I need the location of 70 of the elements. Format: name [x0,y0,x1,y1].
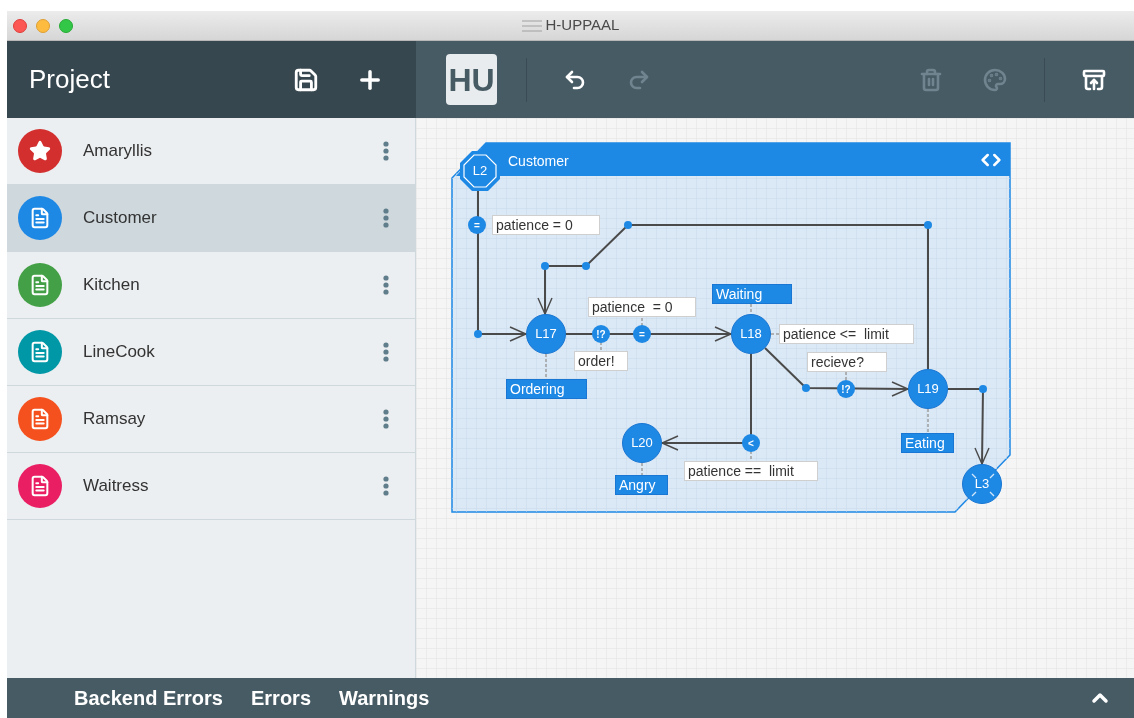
document-icon [29,475,51,497]
item-label: Waitress [83,475,150,498]
more-icon [383,275,389,295]
more-icon [383,476,389,496]
leader-line [845,371,847,382]
leader-line [545,353,547,380]
edge-arrow[interactable] [660,353,752,451]
more-button[interactable] [383,409,389,429]
more-button[interactable] [383,141,389,161]
location-name[interactable]: Waiting [712,284,792,304]
document-icon [521,18,542,33]
trash-icon [919,67,943,92]
more-icon [383,409,389,429]
leader-line [770,333,780,335]
document-icon [29,207,51,229]
more-button[interactable] [383,476,389,496]
item-label: Ramsay [83,408,147,431]
error-tab[interactable]: Errors [250,683,311,713]
document-icon [29,274,51,296]
item-label: LineCook [83,341,156,364]
more-button[interactable] [383,275,389,295]
final-marks-icon [971,473,995,497]
edge-point[interactable] [624,221,632,229]
edge-arrow[interactable] [947,388,990,466]
palette-icon [983,67,1007,92]
edge-label[interactable]: patience = 0 [492,215,600,235]
leader-line [750,303,752,315]
leader-line [641,316,643,327]
error-tab[interactable]: Backend Errors [74,683,223,713]
logo: HU [446,54,497,105]
location-name[interactable]: Eating [901,433,954,453]
star-icon [29,140,51,162]
edge-label[interactable]: patience = 0 [588,297,696,317]
edge-point[interactable] [582,262,590,270]
location-name[interactable]: Ordering [506,379,587,399]
edge-point[interactable] [541,262,549,270]
document-icon [29,408,51,430]
more-icon [383,342,389,362]
leader-line [750,450,752,462]
window-title: H-UPPAAL [545,15,620,36]
edge-point[interactable] [979,385,987,393]
leader-line [641,462,643,476]
location-name[interactable]: Angry [615,475,668,495]
leader-line [600,341,602,352]
project-title: Project [29,63,111,96]
edge-label[interactable]: patience == limit [684,461,818,481]
save-icon [293,66,319,93]
sidebar-item[interactable]: Customer [7,185,415,252]
archive-icon [1082,67,1106,92]
edge-point[interactable] [474,330,482,338]
template-name: Customer [508,152,569,171]
close-button[interactable] [13,18,27,33]
zoom-button[interactable] [59,18,73,33]
more-icon [383,141,389,161]
leader-line [927,408,929,434]
more-button[interactable] [383,342,389,362]
edge-label[interactable]: patience <= limit [779,324,914,344]
item-label: Customer [83,207,158,230]
more-button[interactable] [383,208,389,228]
item-label: Amaryllis [83,140,153,163]
edge-point[interactable] [802,384,810,392]
edge-label[interactable]: recieve? [807,352,887,372]
item-label: Kitchen [83,274,141,297]
error-tab[interactable]: Warnings [339,683,430,713]
document-icon [29,341,51,363]
edge-arrow[interactable] [764,347,910,397]
edge-arrow[interactable] [565,326,733,342]
edge-point[interactable] [924,221,932,229]
more-icon [383,208,389,228]
edge-label[interactable]: order! [574,351,628,371]
